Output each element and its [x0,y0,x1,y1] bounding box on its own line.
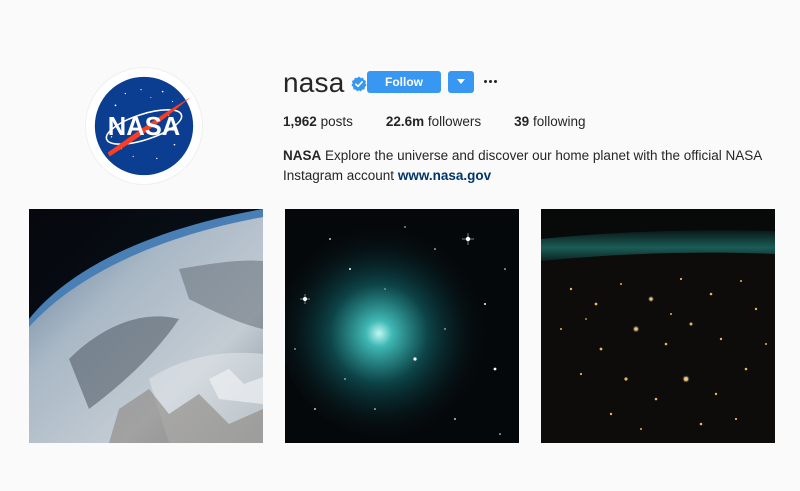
bio-text: Explore the universe and discover our ho… [283,148,762,183]
post-thumbnail[interactable] [285,209,519,443]
profile-avatar[interactable]: NASA [85,67,203,185]
username: nasa [283,67,345,98]
stat-followers-value: 22.6m [385,114,425,129]
stat-posts: 1,962 posts [283,113,353,131]
ellipsis-icon-dot [483,79,487,83]
stat-following-label: following [532,114,586,129]
stat-followers-label: followers [427,114,482,129]
ellipsis-icon-dot [488,79,492,83]
follow-button[interactable]: Follow [367,71,441,93]
verified-badge-icon [351,76,367,92]
bio-link[interactable]: www.nasa.gov [398,168,491,183]
profile-stats: 1,962 posts 22.6m followers 39 following [283,113,619,131]
earth-horizon-photo [29,209,263,443]
nasa-logo-text: NASA [108,113,180,141]
suggestions-dropdown-button[interactable] [448,71,474,93]
earth-night-lights-photo [541,209,775,443]
profile-bio: NASA Explore the universe and discover o… [283,146,763,186]
stat-posts-value: 1,962 [283,114,317,129]
nasa-logo: NASA [86,68,202,184]
more-options-button[interactable] [482,72,498,90]
stat-posts-label: posts [320,114,353,129]
stat-following-value: 39 [514,114,530,129]
post-thumbnail[interactable] [29,209,263,443]
post-thumbnail[interactable] [541,209,775,443]
stat-following[interactable]: 39 following [514,113,585,131]
caret-down-icon [457,79,465,84]
username-row: nasa [283,68,367,98]
bio-name: NASA [283,148,322,163]
ellipsis-icon-dot [493,79,497,83]
comet-photo [285,209,519,443]
stat-followers[interactable]: 22.6m followers [386,113,481,131]
